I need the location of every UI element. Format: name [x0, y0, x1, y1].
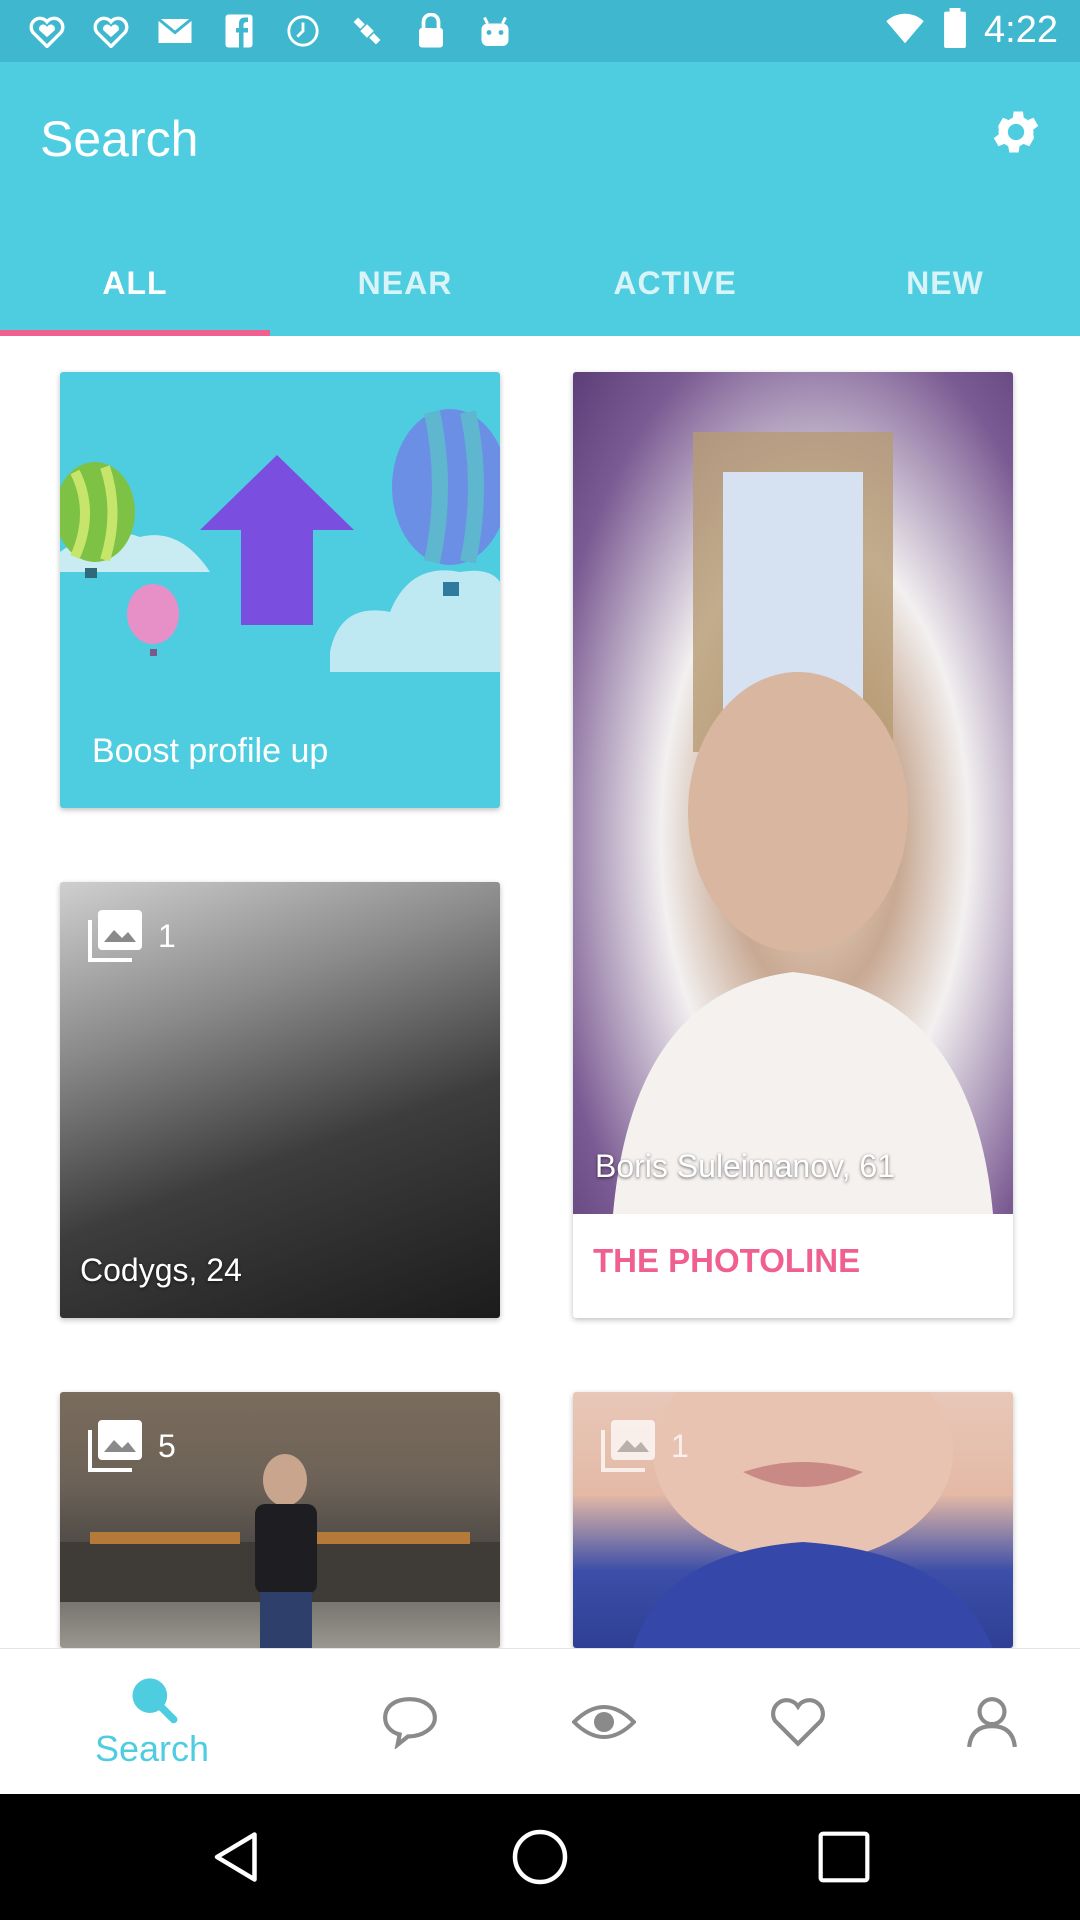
photo-count-badge: 1 — [601, 1420, 689, 1472]
tab-new[interactable]: NEW — [810, 230, 1080, 336]
nav-search-label: Search — [94, 1728, 210, 1769]
profile-name: Boris Suleimanov, 61 — [595, 1148, 895, 1184]
search-icon — [132, 1678, 178, 1724]
nav-views[interactable] — [496, 1649, 712, 1795]
battery-icon — [944, 8, 966, 53]
boost-profile-card[interactable]: Boost profile up — [60, 372, 500, 808]
boost-label: Boost profile up — [92, 732, 329, 770]
recents-icon[interactable] — [816, 1829, 872, 1885]
tab-all[interactable]: ALL — [0, 230, 270, 336]
boost-illustration — [60, 409, 500, 672]
arrow-up-illustration — [200, 455, 354, 625]
bottom-navigation: Search — [0, 1648, 1080, 1795]
balloon-blue-illustration — [392, 409, 500, 596]
status-bar: 4:22 — [0, 0, 1080, 62]
profile-card-codygs[interactable]: 1 Codygs, 24 — [60, 882, 500, 1318]
heart-icon — [771, 1698, 825, 1747]
photoline-link[interactable]: THE PHOTOLINE — [593, 1242, 860, 1280]
photo-count-badge: 5 — [88, 1420, 176, 1472]
chat-bubble-icon — [383, 1697, 437, 1749]
profile-icon — [967, 1697, 1017, 1748]
page-title: Search — [40, 111, 199, 167]
nav-likes[interactable] — [690, 1649, 906, 1795]
tab-bar: ALL NEAR ACTIVE NEW — [0, 230, 1080, 336]
back-icon[interactable] — [207, 1827, 267, 1887]
nav-search[interactable]: Search — [44, 1649, 260, 1795]
photo-count-badge: 1 — [88, 910, 176, 962]
wifi-icon — [884, 11, 926, 50]
gear-icon — [993, 111, 1039, 153]
android-robot-icon — [474, 10, 516, 52]
mail-icon — [154, 10, 196, 52]
facebook-icon — [218, 10, 260, 52]
app-bar: Search ALL NEAR ACTIVE NEW — [0, 62, 1080, 336]
photo-gallery-icon — [88, 910, 142, 962]
eye-icon — [572, 1705, 636, 1739]
profile-card-4[interactable]: 1 — [573, 1392, 1013, 1648]
clock: 4:22 — [984, 9, 1058, 51]
tab-near[interactable]: NEAR — [270, 230, 540, 336]
heart-outline-icon — [90, 10, 132, 52]
photo-gallery-icon — [601, 1420, 655, 1472]
photo-count: 1 — [671, 1427, 689, 1464]
photo-gallery-icon — [88, 1420, 142, 1472]
nav-profile[interactable] — [884, 1649, 1080, 1795]
profile-card-3[interactable]: 5 — [60, 1392, 500, 1648]
home-icon[interactable] — [510, 1827, 570, 1887]
profile-photo — [573, 372, 1013, 1214]
satellite-fake-gps-icon — [346, 10, 388, 52]
photo-count: 5 — [158, 1427, 176, 1464]
nav-messages[interactable] — [302, 1649, 518, 1795]
signal-icon — [282, 10, 324, 52]
profile-name: Codygs, 24 — [80, 1252, 242, 1288]
profile-card-boris[interactable]: Boris Suleimanov, 61 THE PHOTOLINE — [573, 372, 1013, 1318]
balloon-pink-illustration — [127, 584, 179, 656]
photo-count: 1 — [158, 917, 176, 954]
tab-active[interactable]: ACTIVE — [540, 230, 810, 336]
heart-outline-icon — [26, 10, 68, 52]
lock-icon — [410, 10, 452, 52]
system-navigation-bar — [0, 1794, 1080, 1920]
settings-button[interactable] — [988, 104, 1048, 164]
